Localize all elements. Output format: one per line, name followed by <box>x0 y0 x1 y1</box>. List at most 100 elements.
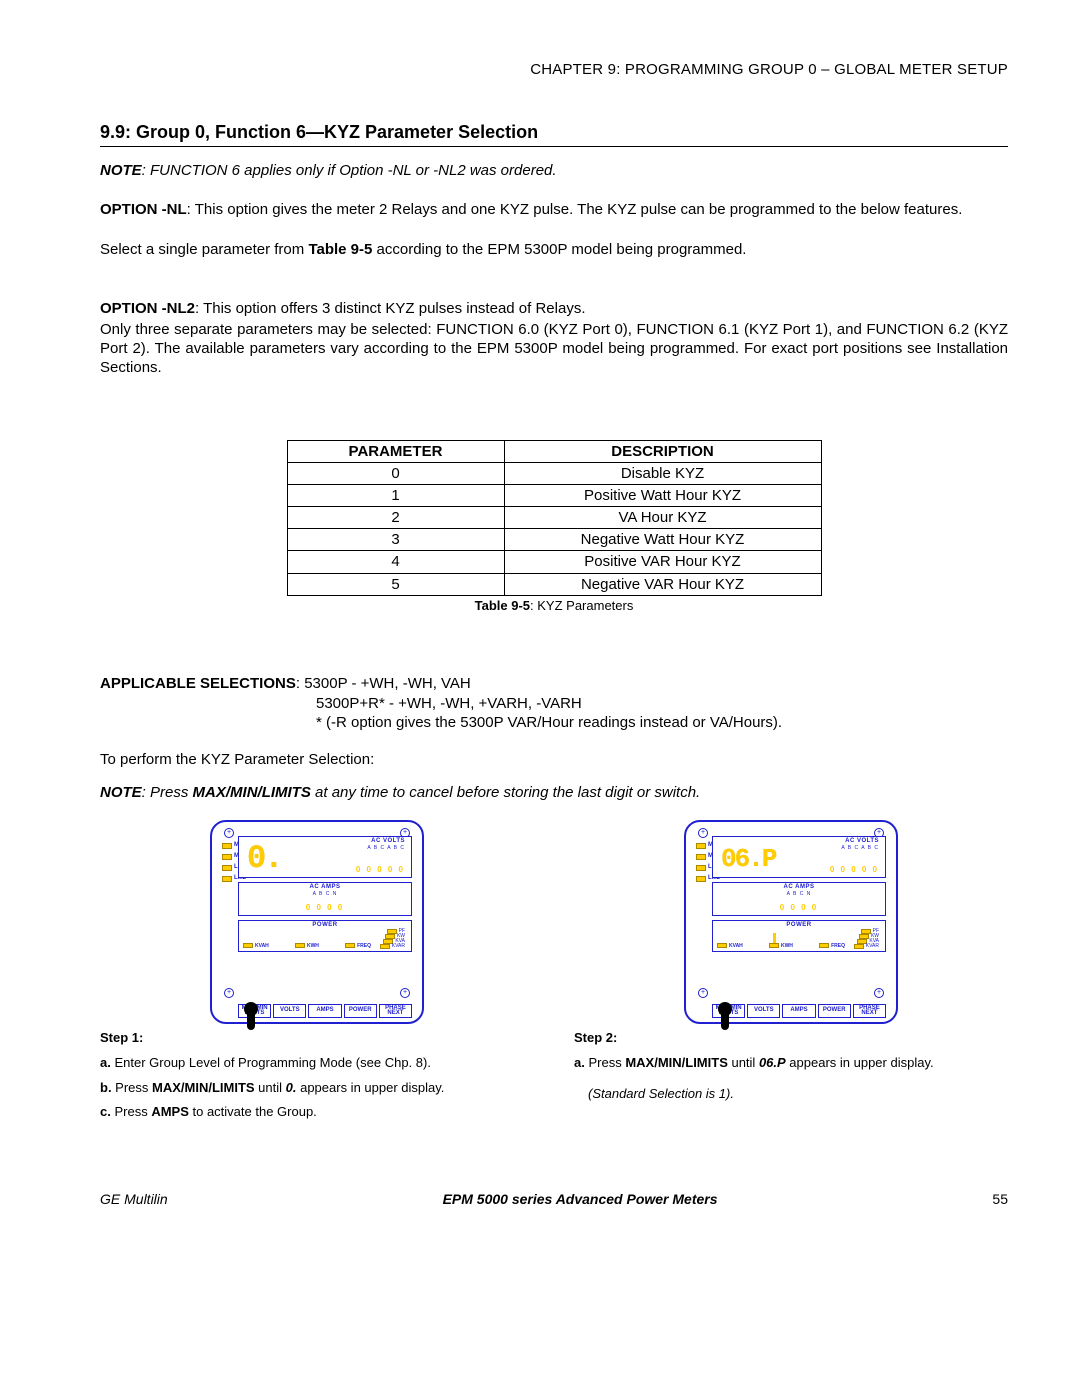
lcd-power: POWER PF KW KVA KVAR KVAH KWH FREQ <box>712 920 886 952</box>
table-row: 3Negative Watt Hour KYZ <box>287 529 821 551</box>
cell: 1 <box>287 484 504 506</box>
screw-icon <box>698 828 708 838</box>
section-title: 9.9: Group 0, Function 6—KYZ Parameter S… <box>100 121 1008 147</box>
lcd-title: POWER <box>786 922 811 930</box>
footer-left: GE Multilin <box>100 1191 168 1209</box>
applicable-label: APPLICABLE SELECTIONS <box>100 675 296 692</box>
step2-column: MAX MIN LM1 LM2 06.P AC VOLTS A B C A B … <box>574 820 1008 1121</box>
screw-icon <box>874 988 884 998</box>
option-nl2-para: Only three separate parameters may be se… <box>100 320 1008 378</box>
kyz-parameters-table: PARAMETER DESCRIPTION 0Disable KYZ 1Posi… <box>287 440 822 596</box>
table-row: 1Positive Watt Hour KYZ <box>287 484 821 506</box>
cell: 3 <box>287 529 504 551</box>
caption-bold: Table 9-5 <box>475 598 530 613</box>
meter-diagram-step1: MAX MIN LM1 LM2 0. AC VOLTS A B C A B C … <box>210 820 424 1024</box>
step2-note: (Standard Selection is 1). <box>574 1086 1008 1103</box>
led-label: FREQ <box>345 943 371 949</box>
lcd-amps: AC AMPS A B C N 0 0 0 0 <box>238 882 412 916</box>
step2-a: a. Press MAX/MIN/LIMITS until 06.P appea… <box>574 1055 1008 1072</box>
caption-rest: : KYZ Parameters <box>530 598 633 613</box>
btn-phase: PHASENEXT <box>379 1004 412 1018</box>
t: MAX/MIN/LIMITS <box>152 1080 255 1095</box>
table-row: 5Negative VAR Hour KYZ <box>287 573 821 595</box>
power-leds: PF KW KVA KVAR <box>854 929 879 949</box>
btn-phase: PHASENEXT <box>853 1004 886 1018</box>
option-nl-para: OPTION -NL: This option gives the meter … <box>100 200 1008 219</box>
btn-volts: VOLTS <box>747 1004 780 1018</box>
step-title-text: Step 1: <box>100 1030 143 1045</box>
t: MAX/MIN/LIMITS <box>625 1055 728 1070</box>
step1-title: Step 1: <box>100 1030 534 1047</box>
table-row: 0Disable KYZ <box>287 462 821 484</box>
chapter-header: CHAPTER 9: PROGRAMMING GROUP 0 – GLOBAL … <box>100 60 1008 79</box>
t: to activate the Group. <box>189 1104 317 1119</box>
lcd-amps: AC AMPS A B C N 0 0 0 0 <box>712 882 886 916</box>
t: until <box>255 1080 286 1095</box>
note-function6: NOTE: FUNCTION 6 applies only if Option … <box>100 161 1008 180</box>
cell: Disable KYZ <box>504 462 821 484</box>
footer-center: EPM 5000 series Advanced Power Meters <box>443 1191 718 1209</box>
option-nl-text: : This option gives the meter 2 Relays a… <box>187 201 963 218</box>
finger-icon <box>714 1002 736 1030</box>
option-nl2-line: OPTION -NL2: This option offers 3 distin… <box>100 299 1008 318</box>
t: 06.P <box>759 1055 786 1070</box>
t: until <box>728 1055 759 1070</box>
cell: 4 <box>287 551 504 573</box>
t: Press <box>588 1055 625 1070</box>
t: Press <box>115 1080 152 1095</box>
lcd-title: POWER <box>312 922 337 930</box>
select-para: Select a single parameter from Table 9-5… <box>100 240 1008 259</box>
note2-bold: MAX/MIN/LIMITS <box>193 784 311 801</box>
lcd-digits: 0 0 0 0 0 <box>830 865 879 875</box>
table-header-row: PARAMETER DESCRIPTION <box>287 440 821 462</box>
step2-title: Step 2: <box>574 1030 1008 1047</box>
lcd-display-value: 0. <box>247 839 281 880</box>
led-label: KWH <box>295 943 319 949</box>
screw-icon <box>224 988 234 998</box>
option-nl2-label: OPTION -NL2 <box>100 300 195 317</box>
table-caption: Table 9-5: KYZ Parameters <box>100 598 1008 615</box>
lcd-power: POWER PF KW KVA KVAR KVAH KWH FREQ <box>238 920 412 952</box>
led-label: FREQ <box>819 943 845 949</box>
page-footer: GE Multilin EPM 5000 series Advanced Pow… <box>100 1191 1008 1209</box>
led-label: KVAH <box>717 943 743 949</box>
led-label: KWH <box>769 943 793 949</box>
power-bottom: KVAH KWH FREQ <box>243 943 371 949</box>
cell: Positive Watt Hour KYZ <box>504 484 821 506</box>
note2-t1: : Press <box>142 784 193 801</box>
cell: Negative VAR Hour KYZ <box>504 573 821 595</box>
option-nl2-text: : This option offers 3 distinct KYZ puls… <box>195 300 585 317</box>
t: appears in upper display. <box>786 1055 934 1070</box>
t: Press <box>114 1104 151 1119</box>
note-maxmin: NOTE: Press MAX/MIN/LIMITS at any time t… <box>100 783 1008 802</box>
th-parameter: PARAMETER <box>287 440 504 462</box>
lcd-display-value: 06.P <box>721 843 775 876</box>
step1-c: c. Press AMPS to activate the Group. <box>100 1104 534 1121</box>
cell: 5 <box>287 573 504 595</box>
led-label: KVAR <box>392 944 405 949</box>
btn-amps: AMPS <box>308 1004 341 1018</box>
btn-power: POWER <box>344 1004 377 1018</box>
screw-icon <box>224 828 234 838</box>
t: 0. <box>286 1080 297 1095</box>
lcd-sub: A B C A B C <box>841 845 879 851</box>
cell: 2 <box>287 507 504 529</box>
lcd-volts: 0. AC VOLTS A B C A B C 0 0 0 0 0 <box>238 836 412 878</box>
note2-label: NOTE <box>100 784 142 801</box>
lcd-digits: 0 0 0 0 <box>780 903 818 913</box>
applicable-text: : 5300P - +WH, -WH, VAH <box>296 675 471 692</box>
applicable-selections: APPLICABLE SELECTIONS: 5300P - +WH, -WH,… <box>100 674 1008 693</box>
note2-t2: at any time to cancel before storing the… <box>311 784 700 801</box>
select-text-2: according to the EPM 5300P model being p… <box>372 241 746 258</box>
led-label: KVAR <box>866 944 879 949</box>
screw-icon <box>698 988 708 998</box>
th-description: DESCRIPTION <box>504 440 821 462</box>
power-bottom: KVAH KWH FREQ <box>717 943 845 949</box>
lcd-digits: 0 0 0 0 <box>306 903 344 913</box>
cell: Positive VAR Hour KYZ <box>504 551 821 573</box>
lcd-sub: A B C A B C <box>367 845 405 851</box>
note-label: NOTE <box>100 162 142 179</box>
select-text-1: Select a single parameter from <box>100 241 308 258</box>
t: appears in upper display. <box>296 1080 444 1095</box>
btn-volts: VOLTS <box>273 1004 306 1018</box>
